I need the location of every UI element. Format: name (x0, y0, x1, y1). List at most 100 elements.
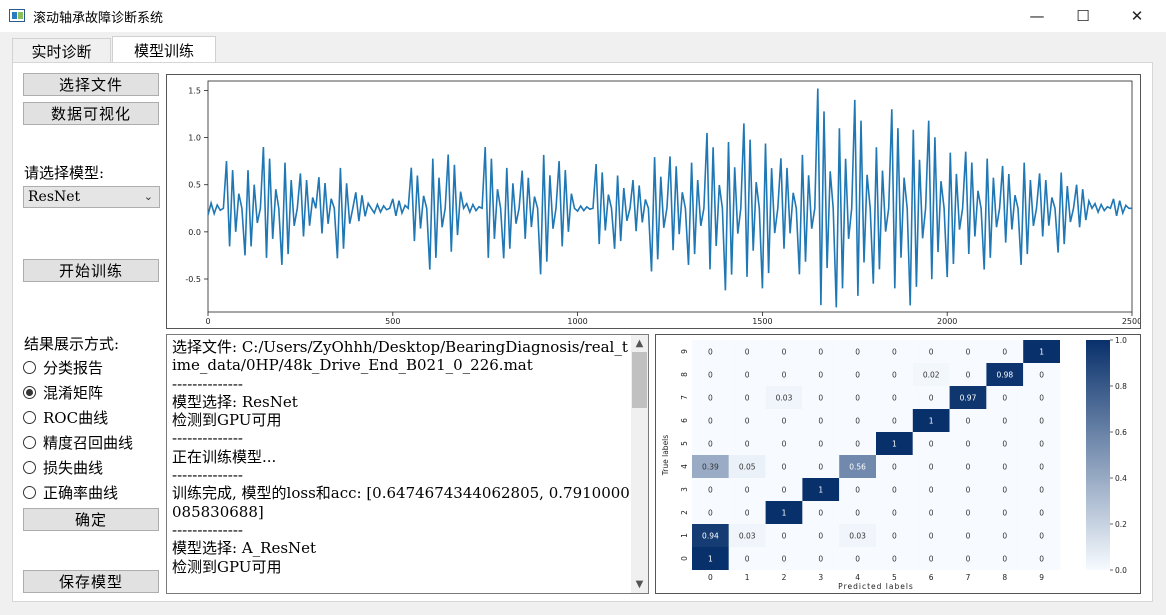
tab-realtime-diagnosis[interactable]: 实时诊断 (12, 38, 111, 63)
cell-value: 0 (966, 417, 971, 426)
radio-precision-recall[interactable]: 精度召回曲线 (23, 432, 133, 453)
confusion-matrix-svg: 0 0 0 0 0 0 0 0 0 190 0 0 0 0 0 0.02 0 0.98 080 0 0.03 0 0 0 0 0.… (661, 336, 1127, 591)
cell-value: 0 (708, 394, 713, 403)
colorbar-tick-label: 0.4 (1115, 474, 1127, 483)
cell-value: 0 (745, 371, 750, 380)
cell-value: 0 (818, 417, 823, 426)
x-tick-label: 5 (892, 573, 897, 582)
maximize-button[interactable]: ☐ (1060, 0, 1106, 32)
cell-value: 0 (855, 394, 860, 403)
x-tick-label: 6 (929, 573, 934, 582)
radio-label: 正确率曲线 (43, 484, 119, 502)
cell-value: 0 (966, 532, 971, 541)
x-tick-label: 8 (1002, 573, 1007, 582)
cell-value: 0.03 (739, 532, 756, 541)
radio-label: 损失曲线 (43, 459, 104, 477)
x-tick-label: 1000 (567, 317, 587, 326)
y-tick-label: 1.5 (188, 86, 201, 95)
log-line: 检测到GPU可用 (172, 557, 282, 576)
cell-value: 0 (892, 509, 897, 518)
cell-value: 0.05 (739, 463, 756, 472)
radio-roc-curve[interactable]: ROC曲线 (23, 407, 108, 428)
y-tick-label: -0.5 (185, 275, 201, 284)
cell-value: 0 (966, 440, 971, 449)
radio-loss-curve[interactable]: 损失曲线 (23, 457, 103, 478)
cell-value: 0 (782, 371, 787, 380)
cell-value: 0 (782, 555, 787, 564)
cell-value: 1 (1039, 348, 1044, 357)
cell-value: 0 (892, 555, 897, 564)
cell-value: 0 (818, 463, 823, 472)
log-line: 模型选择: ResNet (172, 392, 298, 411)
x-tick-label: 0 (205, 317, 210, 326)
training-log[interactable]: 选择文件: C:/Users/ZyOhhh/Desktop/BearingDia… (166, 334, 649, 594)
x-axis-label: Predicted labels (838, 582, 914, 591)
cell-value: 1 (892, 440, 897, 449)
y-tick-label: 0.0 (188, 228, 201, 237)
scroll-down-icon[interactable]: ▼ (631, 576, 648, 593)
chevron-down-icon: ⌄ (143, 190, 153, 203)
y-tick-label: 5 (680, 441, 689, 446)
y-tick-label: 3 (680, 487, 689, 492)
log-scrollbar[interactable]: ▲ ▼ (631, 335, 648, 593)
cell-value: 0 (745, 555, 750, 564)
cell-value: 0 (1002, 463, 1007, 472)
minimize-button[interactable]: — (1014, 0, 1060, 32)
cell-value: 0 (1002, 486, 1007, 495)
tab-model-training[interactable]: 模型训练 (112, 36, 216, 63)
model-select[interactable]: ResNet ⌄ (23, 186, 160, 208)
y-tick-label: 9 (680, 349, 689, 354)
radio-label: 精度召回曲线 (43, 434, 134, 452)
colorbar-tick-label: 0.2 (1115, 520, 1127, 529)
select-file-button[interactable]: 选择文件 (23, 73, 159, 96)
cell-value: 0.02 (923, 371, 940, 380)
radio-confusion-matrix[interactable]: 混淆矩阵 (23, 382, 103, 403)
cell-value: 0 (855, 417, 860, 426)
cell-value: 0.56 (849, 463, 866, 472)
log-line: 模型选择: A_ResNet (172, 539, 317, 558)
y-tick-label: 0 (680, 556, 689, 561)
scroll-up-icon[interactable]: ▲ (631, 335, 648, 352)
x-tick-label: 7 (966, 573, 971, 582)
start-training-button[interactable]: 开始训练 (23, 259, 159, 282)
cell-value: 0 (745, 417, 750, 426)
radio-circle (23, 461, 36, 474)
model-label: 请选择模型: (24, 164, 105, 182)
cell-value: 0 (855, 440, 860, 449)
x-tick-label: 4 (855, 573, 860, 582)
cell-value: 1 (782, 509, 787, 518)
y-tick-label: 8 (680, 372, 689, 377)
y-axis-label: True labels (661, 435, 670, 476)
log-line: 选择文件: C:/Users/ZyOhhh/Desktop/BearingDia… (172, 338, 628, 375)
log-line: 正在训练模型... (172, 447, 277, 466)
log-line: -------------- (172, 520, 243, 539)
cell-value: 0 (966, 555, 971, 564)
cell-value: 0 (745, 509, 750, 518)
confirm-button[interactable]: 确定 (23, 508, 159, 531)
log-line: -------------- (172, 374, 243, 393)
main-window: 滚动轴承故障诊断系统 — ☐ ✕ 实时诊断 模型训练 选择文件 数据可视化 请选… (0, 0, 1166, 615)
cell-value: 0 (1002, 509, 1007, 518)
cell-value: 0 (1039, 394, 1044, 403)
cell-value: 0 (782, 463, 787, 472)
cell-value: 0 (892, 394, 897, 403)
cell-value: 0 (929, 555, 934, 564)
cell-value: 0 (929, 509, 934, 518)
cell-value: 0 (892, 417, 897, 426)
cell-value: 0 (1002, 440, 1007, 449)
cell-value: 0 (745, 486, 750, 495)
cell-value: 0 (855, 486, 860, 495)
radio-classification-report[interactable]: 分类报告 (23, 357, 103, 378)
cell-value: 0 (818, 348, 823, 357)
close-button[interactable]: ✕ (1114, 0, 1160, 32)
colorbar (1086, 340, 1110, 570)
cell-value: 0 (966, 371, 971, 380)
save-model-button[interactable]: 保存模型 (23, 570, 159, 593)
scroll-thumb[interactable] (632, 352, 647, 408)
cell-value: 0 (708, 440, 713, 449)
visualize-button[interactable]: 数据可视化 (23, 102, 159, 125)
colorbar-tick-label: 0.6 (1115, 428, 1127, 437)
radio-accuracy-curve[interactable]: 正确率曲线 (23, 482, 118, 503)
cell-value: 1 (929, 417, 934, 426)
cell-value: 0 (929, 463, 934, 472)
